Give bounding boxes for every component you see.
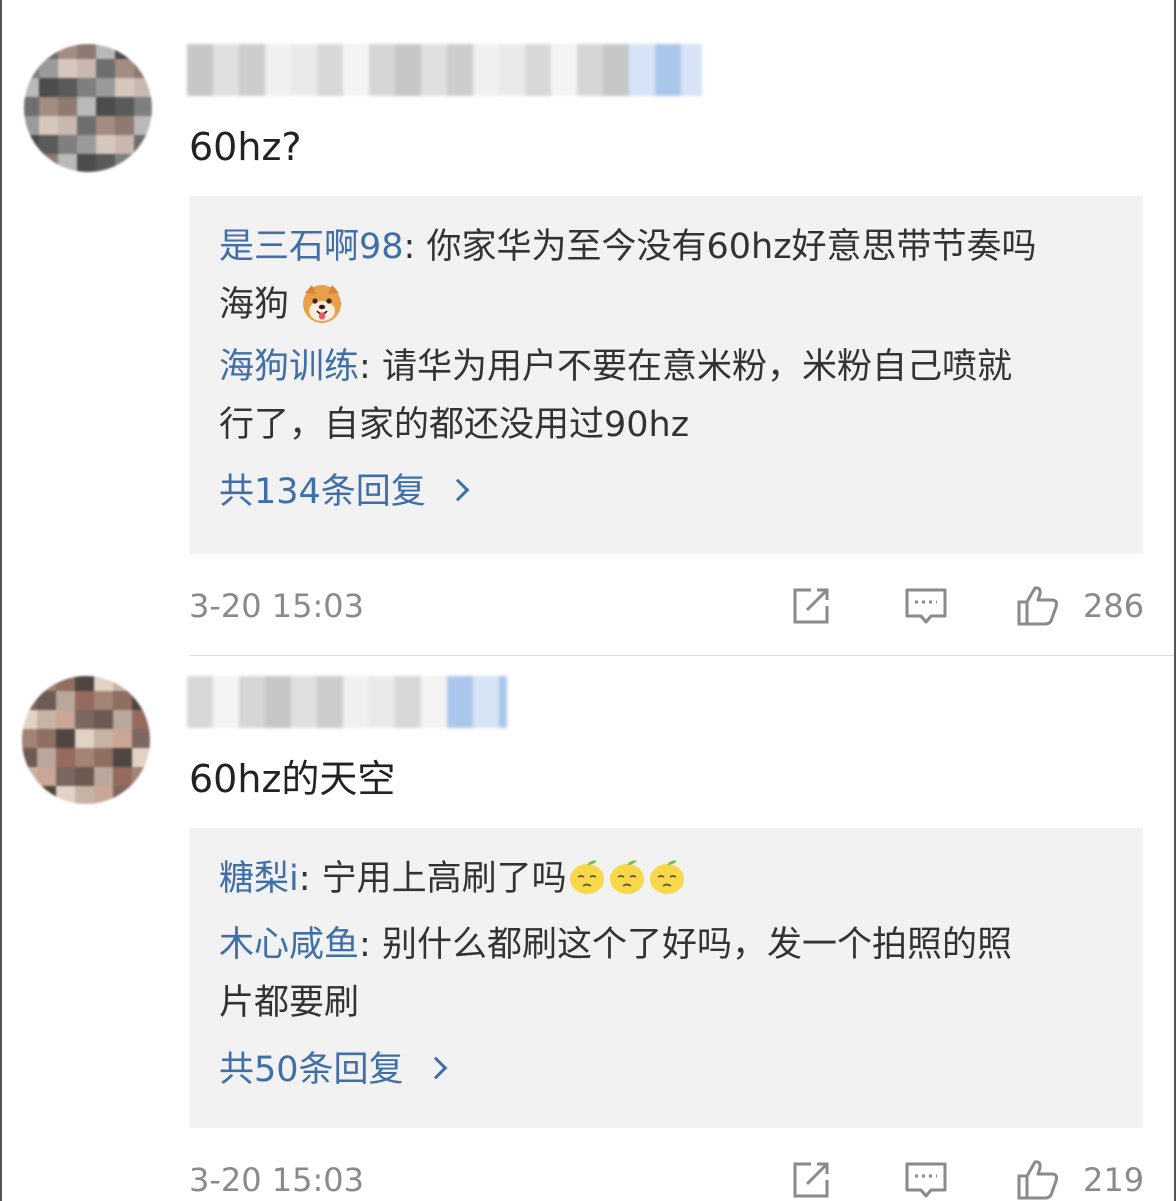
like-count: 219 — [1083, 1161, 1145, 1199]
reply-username[interactable]: 糖梨i — [219, 859, 299, 899]
like-count: 286 — [1083, 587, 1145, 625]
chevron-right-icon — [424, 1056, 447, 1080]
forward-icon[interactable] — [789, 584, 835, 628]
comment-text: 60hz的天空 — [189, 757, 396, 801]
comment-icon[interactable] — [903, 1158, 949, 1201]
comment-footer: 3-20 15:03 219 — [189, 1156, 1145, 1201]
reply-item: 糖梨i: 宁用上高刷了吗 — [219, 850, 1113, 908]
username-redacted[interactable] — [187, 676, 507, 728]
forward-icon[interactable] — [789, 1158, 835, 1201]
lemon-face-emoji-icon — [649, 860, 684, 894]
thumbs-up-icon[interactable] — [1015, 584, 1061, 628]
lemon-face-emoji-icon — [609, 860, 644, 894]
view-all-replies-link[interactable]: 共50条回复 — [219, 1042, 447, 1098]
comment-list: 60hz? 是三石啊98: 你家华为至今没有60hz好意思带节奏吗 海狗 海狗训… — [0, 0, 1176, 1201]
reply-preview-box[interactable]: 糖梨i: 宁用上高刷了吗 木心咸鱼: 别什么都刷这个了好吗，发一个拍照的照 片都… — [189, 828, 1143, 1128]
reply-text: 别什么都刷这个了好吗，发一个拍照的照 — [381, 925, 1012, 965]
comment-timestamp: 3-20 15:03 — [189, 1161, 365, 1199]
avatar[interactable] — [22, 676, 150, 804]
lemon-face-emoji-icon — [569, 860, 604, 894]
comment-timestamp: 3-20 15:03 — [189, 587, 365, 625]
reply-text-cont: 片都要刷 — [219, 983, 360, 1023]
thumbs-up-icon[interactable] — [1015, 1158, 1061, 1201]
reply-item: 木心咸鱼: 别什么都刷这个了好吗，发一个拍照的照 片都要刷 — [219, 925, 1012, 1023]
divider — [189, 655, 1174, 656]
reply-text: 宁用上高刷了吗 — [321, 859, 567, 899]
reply-username[interactable]: 木心咸鱼 — [219, 925, 359, 965]
comment-footer: 3-20 15:03 286 — [189, 582, 1145, 632]
comment-item: 60hz的天空 糖梨i: 宁用上高刷了吗 木心咸鱼: 别什么都刷这个了好吗，发一… — [2, 0, 1174, 1200]
comment-icon[interactable] — [903, 584, 949, 628]
